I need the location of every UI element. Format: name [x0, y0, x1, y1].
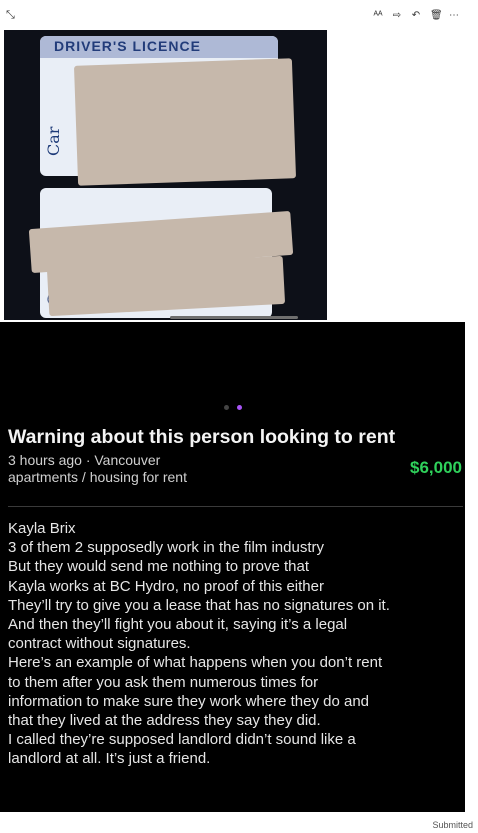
- listing-photo-area: DRIVER'S LICENCE Car Can: [0, 30, 465, 322]
- description-line: And then they’ll fight you about it, say…: [8, 616, 348, 634]
- description-line: contract without signatures.: [8, 635, 191, 653]
- description-line: They’ll try to give you a lease that has…: [8, 596, 390, 614]
- description-line: information to make sure they work where…: [8, 692, 370, 710]
- description-line: Here’s an example of what happens when y…: [8, 654, 383, 672]
- listing-photo[interactable]: DRIVER'S LICENCE Car Can: [4, 30, 327, 320]
- description-line: But they would send me nothing to prove …: [8, 558, 310, 576]
- listing-price: $6,000: [410, 458, 462, 477]
- carousel-dot[interactable]: [223, 405, 229, 410]
- description-line: Kayla works at BC Hydro, no proof of thi…: [8, 577, 324, 595]
- top-toolbar: ⤡ ᴬᴬ ⇨ ↶ 🗑 ⋯: [0, 0, 465, 30]
- description-line: 3 of them 2 supposedly work in the film …: [8, 539, 324, 557]
- listing-meta: 3 hours ago · Vancouver apartments / hou…: [8, 452, 187, 486]
- listing-title: Warning about this person looking to ren…: [8, 426, 396, 448]
- collapse-arrows-icon[interactable]: ⤡: [6, 9, 15, 22]
- listing-description: Kayla Brix 3 of them 2 supposedly work in…: [8, 519, 465, 769]
- description-line: to them after you ask them numerous time…: [8, 673, 319, 691]
- licence-heading: DRIVER'S LICENCE: [54, 38, 201, 54]
- app-frame: ⤡ ᴬᴬ ⇨ ↶ 🗑 ⋯ DRIVER'S LICENCE Car Can: [0, 0, 465, 812]
- carousel-dots: [0, 405, 465, 410]
- image-scroll-indicator: [170, 316, 298, 319]
- submitted-label: Submitted: [432, 820, 473, 830]
- description-line: that they lived at the address they say …: [8, 712, 321, 730]
- card-top-side-text: Car: [44, 126, 63, 156]
- listing-category[interactable]: apartments / housing for rent: [8, 469, 187, 486]
- translate-icon[interactable]: ᴬᴬ: [373, 10, 383, 21]
- description-line: Kayla Brix: [8, 520, 76, 537]
- description-line: I called they’re supposed landlord didn’…: [8, 731, 356, 749]
- more-icon[interactable]: ⋯: [449, 10, 459, 21]
- toolbar-actions: ᴬᴬ ⇨ ↶ 🗑 ⋯: [373, 10, 459, 21]
- redaction-blur: [73, 58, 297, 186]
- carousel-dot-active[interactable]: [236, 405, 242, 410]
- trash-icon[interactable]: 🗑: [430, 10, 443, 21]
- listing-time-location: 3 hours ago · Vancouver: [8, 452, 161, 468]
- description-line: landlord at all. It’s just a friend.: [8, 750, 211, 768]
- share-icon[interactable]: ⇨: [392, 10, 402, 21]
- divider: [8, 506, 463, 507]
- reply-icon[interactable]: ↶: [411, 10, 421, 21]
